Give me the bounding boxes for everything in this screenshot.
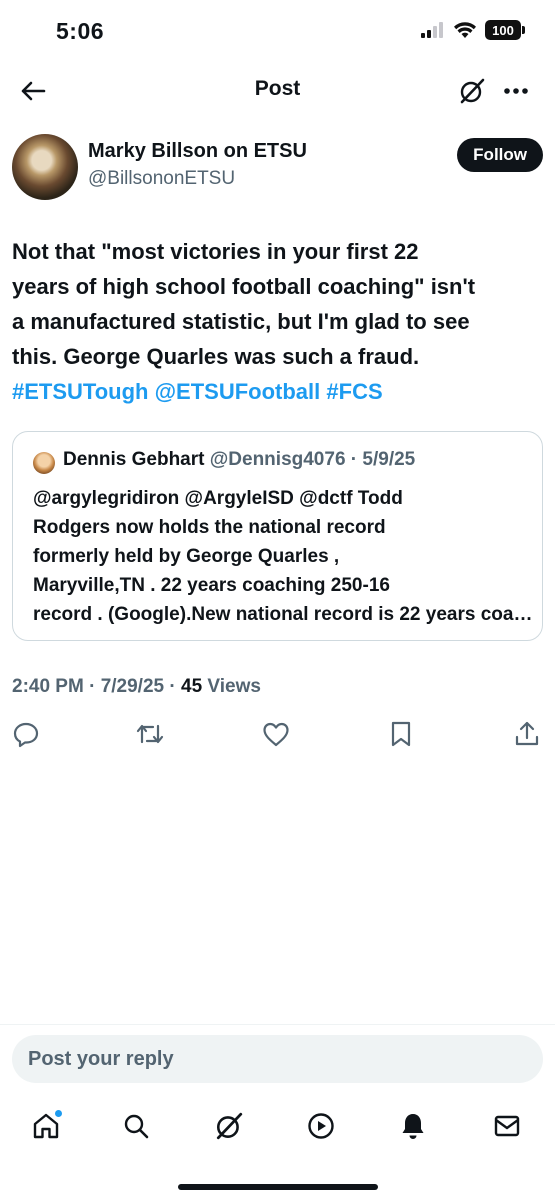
post-line: years of high school football coaching" … bbox=[12, 274, 476, 299]
post-text: Not that "most victories in your first 2… bbox=[12, 234, 543, 409]
quoted-post[interactable]: Dennis Gebhart @Dennisg4076 · 5/9/25 @ar… bbox=[12, 431, 543, 641]
views-count: 45 bbox=[181, 676, 203, 697]
quoted-text: @argylegridiron @ArgyleISD @dctf Todd Ro… bbox=[33, 484, 533, 629]
share-icon bbox=[515, 721, 539, 746]
post-line: this. George Quarles was such a fraud. bbox=[12, 344, 420, 369]
hashtag-link[interactable]: #ETSUTough bbox=[12, 379, 148, 404]
quoted-line: formerly held by George Quarles , bbox=[33, 546, 340, 567]
author-handle[interactable]: @BillsononETSU bbox=[88, 168, 235, 190]
divider bbox=[0, 1024, 555, 1025]
like-icon bbox=[263, 722, 289, 747]
quoted-handle: @Dennisg4076 bbox=[209, 449, 346, 470]
battery-level: 100 bbox=[492, 22, 514, 38]
bookmark-icon bbox=[391, 721, 411, 747]
more-button[interactable] bbox=[499, 74, 533, 108]
separator: · bbox=[89, 676, 96, 697]
nav-notifications[interactable] bbox=[395, 1108, 431, 1144]
avatar[interactable] bbox=[12, 134, 78, 200]
reply-icon bbox=[13, 722, 39, 748]
quoted-author-name: Dennis Gebhart bbox=[63, 449, 205, 470]
author-name[interactable]: Marky Billson on ETSU bbox=[88, 140, 307, 163]
post-line: a manufactured statistic, but I'm glad t… bbox=[12, 309, 470, 334]
bottom-nav bbox=[0, 1100, 555, 1152]
post-author: Marky Billson on ETSU @BillsononETSU Fol… bbox=[12, 134, 543, 204]
status-bar: 5:06 100 bbox=[0, 0, 555, 64]
bookmark-button[interactable] bbox=[385, 718, 417, 750]
like-button[interactable] bbox=[260, 718, 292, 750]
hashtag-link[interactable]: #FCS bbox=[326, 379, 382, 404]
post-time: 2:40 PM bbox=[12, 676, 84, 697]
search-icon bbox=[124, 1114, 149, 1139]
quoted-date: 5/9/25 bbox=[362, 449, 416, 470]
quoted-line: Maryville,TN . 22 years coaching 250-16 bbox=[33, 575, 390, 596]
separator: · bbox=[169, 676, 176, 697]
post-meta: 2:40 PM · 7/29/25 · 45 Views bbox=[12, 676, 261, 698]
quoted-line: @argylegridiron @ArgyleISD @dctf Todd bbox=[33, 488, 403, 509]
status-time: 5:06 bbox=[56, 18, 105, 44]
header: Post bbox=[0, 64, 555, 116]
reply-button[interactable] bbox=[10, 718, 42, 750]
messages-icon bbox=[494, 1115, 520, 1137]
post-date: 7/29/25 bbox=[100, 676, 165, 697]
action-bar bbox=[0, 718, 555, 754]
video-icon bbox=[308, 1113, 334, 1139]
battery-icon: 100 bbox=[485, 20, 525, 40]
post-line: Not that "most victories in your first 2… bbox=[12, 239, 419, 264]
nav-search[interactable] bbox=[118, 1108, 154, 1144]
signal-icon bbox=[421, 22, 443, 38]
grok-button[interactable] bbox=[455, 74, 489, 108]
wifi-icon bbox=[454, 22, 476, 38]
views-label: Views bbox=[207, 676, 261, 697]
notifications-icon bbox=[402, 1114, 424, 1139]
mention-link[interactable]: @ETSUFootball bbox=[155, 379, 321, 404]
quoted-line: record . (Google).New national record is… bbox=[33, 604, 533, 625]
post-tags: #ETSUTough @ETSUFootball #FCS bbox=[12, 374, 543, 409]
reply-input[interactable] bbox=[12, 1035, 543, 1083]
nav-grok[interactable] bbox=[211, 1108, 247, 1144]
status-icons: 100 bbox=[421, 20, 525, 40]
nav-messages[interactable] bbox=[489, 1108, 525, 1144]
follow-button[interactable]: Follow bbox=[457, 138, 543, 172]
repost-icon bbox=[136, 724, 164, 744]
more-icon bbox=[504, 88, 528, 94]
repost-button[interactable] bbox=[134, 718, 166, 750]
nav-video[interactable] bbox=[303, 1108, 339, 1144]
quoted-header: Dennis Gebhart @Dennisg4076 · 5/9/25 bbox=[63, 449, 415, 471]
grok-icon bbox=[216, 1112, 243, 1140]
grok-icon bbox=[460, 78, 485, 104]
notification-dot bbox=[55, 1110, 62, 1117]
nav-home[interactable] bbox=[28, 1108, 64, 1144]
share-button[interactable] bbox=[511, 718, 543, 750]
separator: · bbox=[350, 449, 358, 470]
reply-box bbox=[12, 1035, 543, 1083]
quoted-avatar bbox=[33, 452, 55, 474]
home-indicator bbox=[178, 1184, 378, 1190]
quoted-line: Rodgers now holds the national record bbox=[33, 517, 386, 538]
